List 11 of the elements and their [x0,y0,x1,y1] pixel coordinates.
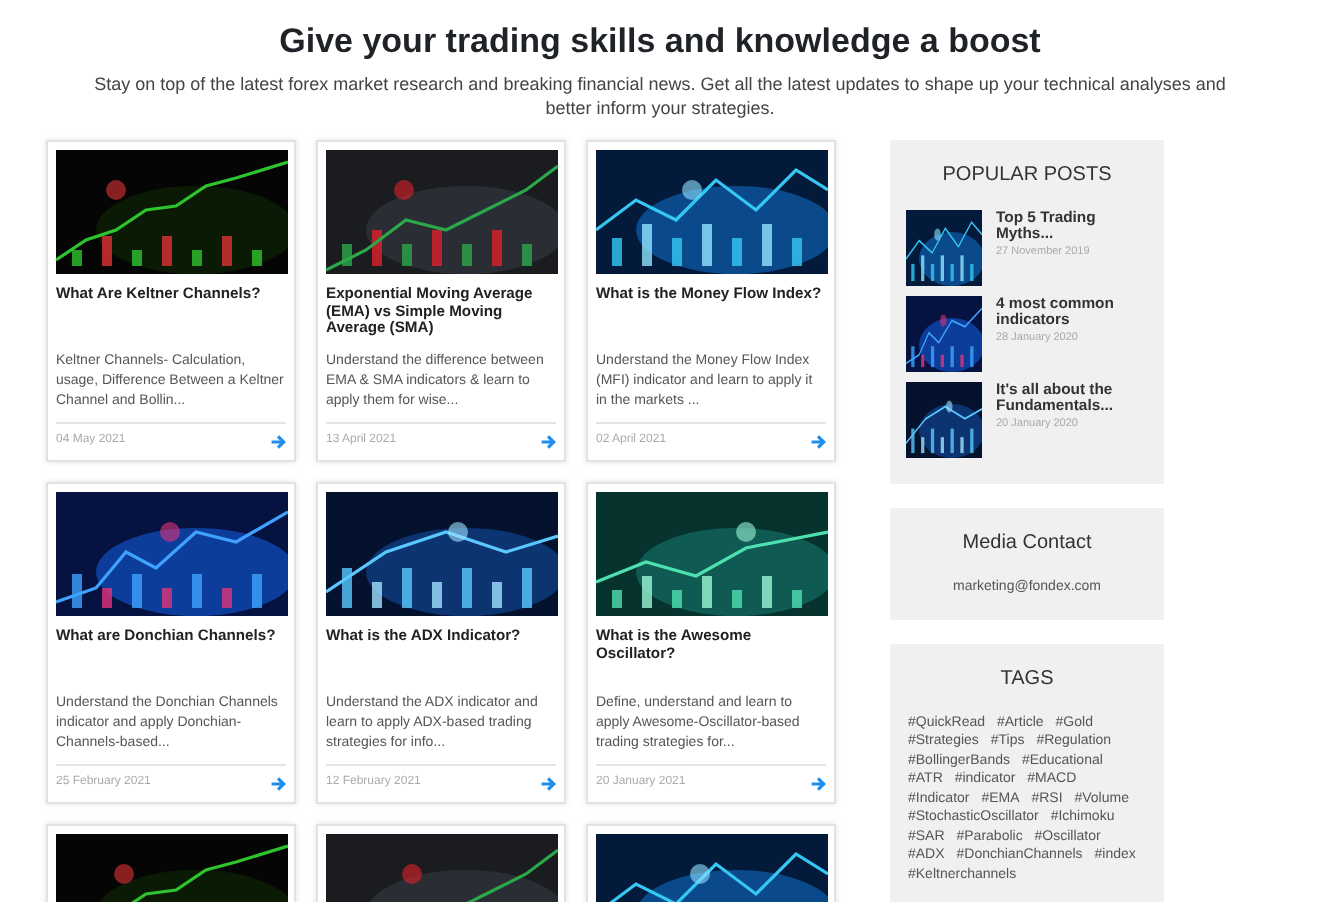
arrow-right-icon[interactable] [540,433,556,450]
arrow-right-icon[interactable] [270,433,286,450]
panel-title: POPULAR POSTS [940,162,1114,191]
arrow-right-icon[interactable] [540,775,556,792]
intro-text: Stay on top of the latest forex market research and breaking financial news. Get all the latest updates to shape up your technical analyses and better inform your strategies. [92,72,1228,121]
arrow-right-icon[interactable] [270,775,286,792]
arrow-right-icon[interactable] [810,775,826,792]
page-heading: Give your trading skills and knowledge a boost [277,20,1043,64]
arrow-right-icon[interactable] [810,433,826,450]
panel-title: TAGS [998,665,1056,694]
panel-title: Media Contact [960,530,1094,559]
